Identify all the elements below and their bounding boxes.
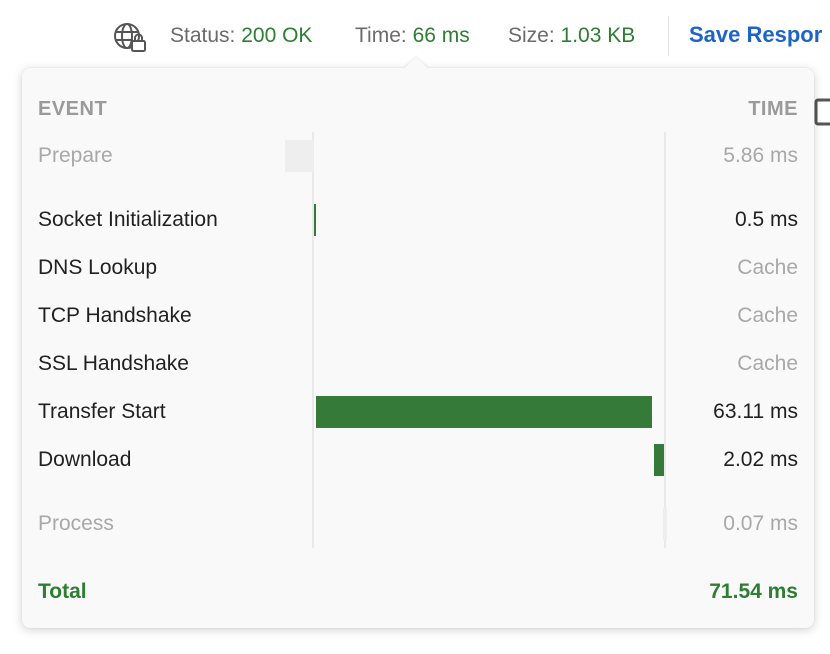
timeline-bar [663,508,667,540]
timing-row: DNS Lookup Cache [22,248,814,288]
timeline-bar [285,140,314,172]
event-label: Transfer Start [38,400,166,423]
timing-row: Prepare 5.86 ms [22,136,814,176]
total-label: Total [38,580,87,603]
timing-row: TCP Handshake Cache [22,296,814,336]
event-label: DNS Lookup [38,256,158,279]
status-label: Status: [170,24,236,47]
event-column-header: EVENT [38,98,108,120]
copy-icon[interactable] [814,98,830,126]
timing-row: Download 2.02 ms [22,440,814,480]
event-label: Process [38,512,114,535]
globe-lock-icon[interactable] [112,21,148,53]
size-value: 1.03 KB [560,24,636,47]
size-label: Size: [508,24,555,47]
status-indicator: Status: 200 OK [170,24,312,48]
time-value: 66 ms [412,24,470,47]
event-time: Cache [737,352,798,375]
timeline-bar [316,396,653,428]
save-response-button[interactable]: Save Respor [689,22,822,48]
timing-row: Process 0.07 ms [22,504,814,544]
event-time: 63.11 ms [713,400,798,423]
event-time: 5.86 ms [723,144,798,167]
event-time: 2.02 ms [723,448,798,471]
timeline-bar [314,204,317,236]
timing-row: Transfer Start 63.11 ms [22,392,814,432]
size-indicator[interactable]: Size: 1.03 KB [508,24,635,48]
event-label: SSL Handshake [38,352,189,375]
event-label: Download [38,448,132,471]
event-label: TCP Handshake [38,304,192,327]
event-label: Prepare [38,144,113,167]
timeline-end-line [664,132,666,548]
total-value: 71.54 ms [709,580,798,603]
event-time: Cache [737,304,798,327]
event-time: 0.07 ms [723,512,798,535]
event-time: 0.5 ms [734,208,798,231]
time-column-header: TIME [748,98,798,120]
event-label: Socket Initialization [38,208,218,231]
timeline-bar [653,444,664,476]
timing-row: SSL Handshake Cache [22,344,814,384]
response-time-popover: EVENT TIME Prepare 5.86 ms Socket Initiali… [22,56,814,628]
time-label: Time: [355,24,407,47]
timing-row: Socket Initialization 0.5 ms [22,200,814,240]
time-indicator[interactable]: Time: 66 ms [355,24,470,48]
event-time: Cache [737,256,798,279]
status-value: 200 OK [241,24,313,47]
header-divider [668,16,669,56]
timeline-start-line [312,132,314,548]
total-row: Total 71.54 ms [22,572,814,612]
